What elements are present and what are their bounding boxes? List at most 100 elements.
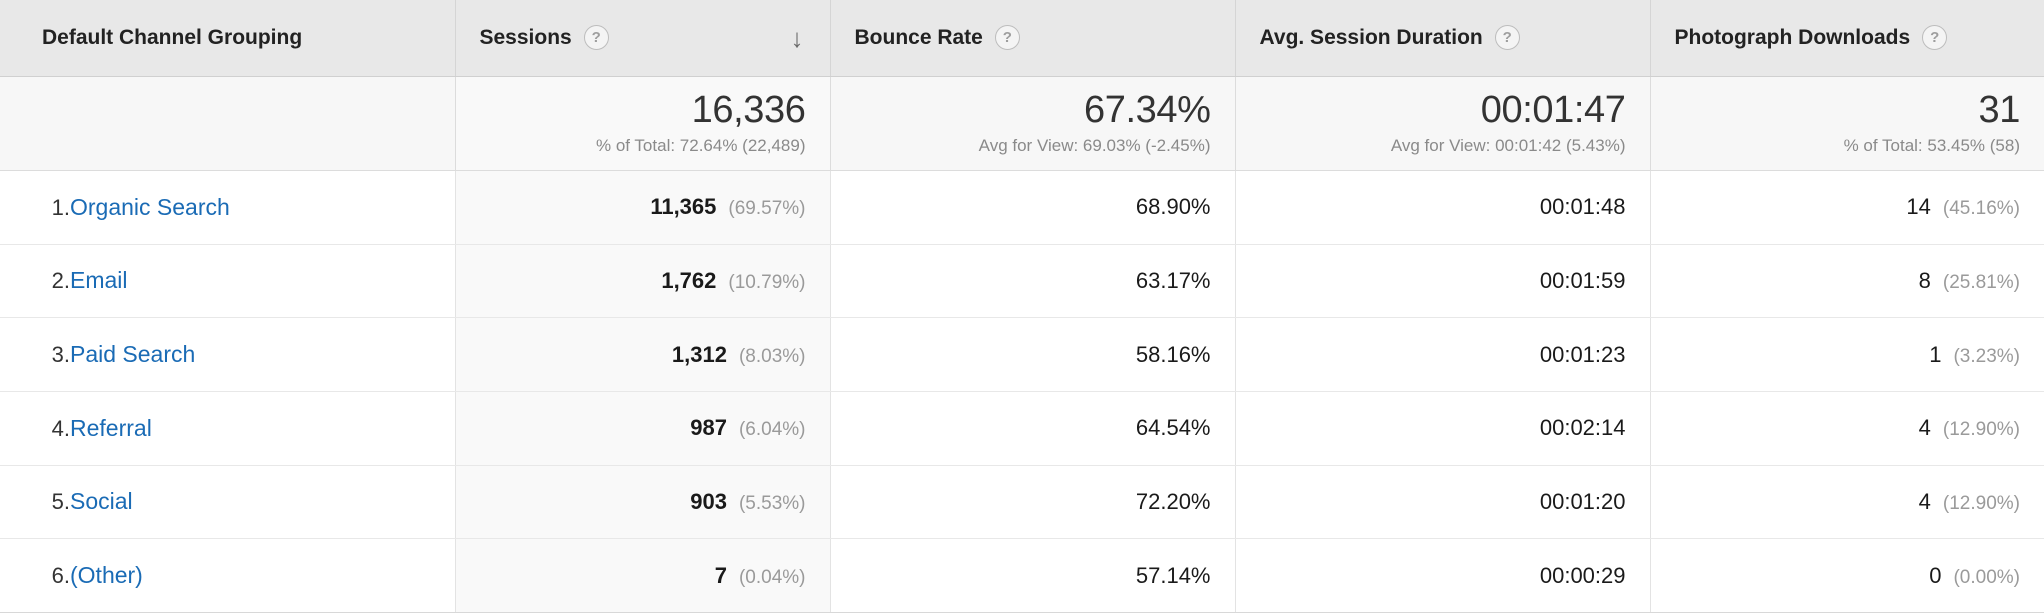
row-cell-avg-session-duration: 00:01:23 (1235, 317, 1651, 392)
photograph-downloads-percent: (3.23%) (1953, 345, 2020, 367)
avg-session-duration-value: 00:00:29 (1539, 562, 1626, 588)
table-row[interactable]: 4. Referral 987 (6.04%) 64.54% 00:02:14 4 (12.9… (0, 391, 2044, 466)
dimension-link[interactable]: Social (70, 488, 133, 515)
summary-sub-photograph-downloads: % of Total: 53.45% (58) (1843, 135, 2020, 155)
column-header-sessions[interactable]: Sessions ? ↓ (455, 0, 831, 77)
photograph-downloads-value: 4 (1918, 488, 1931, 514)
row-cell-dimension: 5. Social (0, 465, 456, 540)
photograph-downloads-value: 14 (1906, 194, 1931, 220)
column-header-bounce-rate[interactable]: Bounce Rate ? (830, 0, 1236, 77)
row-index: 1. (51, 194, 70, 220)
summary-body: 16,336 % of Total: 72.64% (22,489) 67.34… (0, 76, 2044, 171)
photograph-downloads-value: 0 (1929, 562, 1942, 588)
sessions-percent: (0.04%) (738, 566, 806, 588)
row-cell-photograph-downloads: 0 (0.00%) (1650, 538, 2044, 613)
bounce-rate-value: 63.17% (1135, 267, 1211, 293)
dimension-link[interactable]: Organic Search (70, 194, 230, 221)
bounce-rate-value: 64.54% (1135, 415, 1211, 441)
column-header-bounce-rate-label: Bounce Rate (854, 25, 983, 49)
row-cell-avg-session-duration: 00:00:29 (1235, 538, 1651, 613)
sessions-value: 11,365 (650, 194, 717, 220)
row-cell-dimension: 3. Paid Search (0, 317, 456, 392)
summary-cell-photograph-downloads: 31 % of Total: 53.45% (58) (1650, 76, 2044, 171)
summary-value-bounce-rate: 67.34% (1084, 88, 1211, 131)
avg-session-duration-value: 00:01:20 (1539, 488, 1626, 514)
table-row[interactable]: 5. Social 903 (5.53%) 72.20% 00:01:20 4 (12.90%… (0, 465, 2044, 540)
column-header-photograph-downloads[interactable]: Photograph Downloads ? (1650, 0, 2044, 77)
photograph-downloads-value: 4 (1918, 415, 1931, 441)
header-row: Default Channel Grouping Sessions ? ↓ Bo… (0, 0, 2044, 77)
summary-cell-avg-session-duration: 00:01:47 Avg for View: 00:01:42 (5.43%) (1235, 76, 1651, 171)
sessions-percent: (8.03%) (738, 345, 806, 367)
summary-cell-dimension (0, 76, 456, 171)
dimension-link[interactable]: Paid Search (70, 341, 195, 368)
photograph-downloads-percent: (12.90%) (1942, 419, 2020, 441)
column-header-dimension[interactable]: Default Channel Grouping (0, 0, 456, 77)
row-cell-sessions: 1,312 (8.03%) (455, 317, 831, 392)
row-index: 5. (51, 489, 70, 515)
table-row[interactable]: 1. Organic Search 11,365 (69.57%) 68.90% 00:0… (0, 170, 2044, 245)
column-header-dimension-label: Default Channel Grouping (42, 25, 303, 49)
table-row[interactable]: 2. Email 1,762 (10.79%) 63.17% 00:01:59 8 (25.8… (0, 244, 2044, 319)
sessions-percent: (5.53%) (738, 492, 806, 514)
row-cell-dimension: 1. Organic Search (0, 170, 456, 245)
arrow-down-icon[interactable]: ↓ (791, 25, 806, 51)
row-cell-bounce-rate: 68.90% (830, 170, 1236, 245)
avg-session-duration-value: 00:02:14 (1539, 415, 1626, 441)
row-cell-dimension: 2. Email (0, 244, 456, 319)
avg-session-duration-value: 00:01:59 (1539, 267, 1626, 293)
table-row[interactable]: 3. Paid Search 1,312 (8.03%) 58.16% 00:01:23 1… (0, 317, 2044, 392)
row-cell-bounce-rate: 58.16% (830, 317, 1236, 392)
row-index: 6. (51, 563, 70, 589)
summary-row: 16,336 % of Total: 72.64% (22,489) 67.34… (0, 76, 2044, 171)
row-cell-sessions: 987 (6.04%) (455, 391, 831, 466)
help-icon[interactable]: ? (1922, 25, 1948, 51)
avg-session-duration-value: 00:01:48 (1539, 194, 1626, 220)
sessions-percent: (10.79%) (728, 271, 806, 293)
table-body: 1. Organic Search 11,365 (69.57%) 68.90% 00:0… (0, 170, 2044, 613)
help-icon[interactable]: ? (583, 25, 609, 51)
row-cell-sessions: 11,365 (69.57%) (455, 170, 831, 245)
row-cell-avg-session-duration: 00:01:48 (1235, 170, 1651, 245)
sessions-value: 903 (690, 488, 727, 514)
summary-sub-bounce-rate: Avg for View: 69.03% (-2.45%) (978, 135, 1211, 155)
dimension-link[interactable]: Referral (70, 415, 152, 442)
help-icon[interactable]: ? (1494, 25, 1520, 51)
bounce-rate-value: 68.90% (1135, 194, 1211, 220)
row-cell-bounce-rate: 72.20% (830, 465, 1236, 540)
row-cell-photograph-downloads: 4 (12.90%) (1650, 465, 2044, 540)
row-cell-sessions: 7 (0.04%) (455, 538, 831, 613)
bounce-rate-value: 58.16% (1135, 341, 1211, 367)
sessions-value: 987 (690, 415, 727, 441)
bounce-rate-value: 72.20% (1135, 488, 1211, 514)
column-header-avg-session-duration-label: Avg. Session Duration (1259, 25, 1483, 49)
sessions-percent: (69.57%) (728, 198, 806, 220)
row-cell-sessions: 903 (5.53%) (455, 465, 831, 540)
photograph-downloads-percent: (0.00%) (1953, 566, 2020, 588)
photograph-downloads-value: 1 (1929, 341, 1942, 367)
bounce-rate-value: 57.14% (1135, 562, 1211, 588)
avg-session-duration-value: 00:01:23 (1539, 341, 1626, 367)
row-cell-photograph-downloads: 8 (25.81%) (1650, 244, 2044, 319)
summary-value-photograph-downloads: 31 (1978, 88, 2021, 131)
row-cell-sessions: 1,762 (10.79%) (455, 244, 831, 319)
column-header-avg-session-duration[interactable]: Avg. Session Duration ? (1235, 0, 1651, 77)
row-index: 2. (51, 268, 70, 294)
summary-sub-avg-session-duration: Avg for View: 00:01:42 (5.43%) (1390, 135, 1626, 155)
sessions-value: 1,312 (671, 341, 727, 367)
help-icon[interactable]: ? (994, 25, 1020, 51)
dimension-link[interactable]: (Other) (70, 562, 143, 589)
row-cell-photograph-downloads: 4 (12.90%) (1650, 391, 2044, 466)
summary-value-sessions: 16,336 (691, 88, 806, 131)
row-cell-photograph-downloads: 14 (45.16%) (1650, 170, 2044, 245)
row-cell-bounce-rate: 64.54% (830, 391, 1236, 466)
sessions-value: 1,762 (661, 267, 717, 293)
photograph-downloads-percent: (12.90%) (1942, 492, 2020, 514)
row-cell-dimension: 6. (Other) (0, 538, 456, 613)
row-cell-bounce-rate: 57.14% (830, 538, 1236, 613)
dimension-link[interactable]: Email (70, 267, 128, 294)
summary-cell-sessions: 16,336 % of Total: 72.64% (22,489) (455, 76, 831, 171)
table-row[interactable]: 6. (Other) 7 (0.04%) 57.14% 00:00:29 0 (0.00%) (0, 538, 2044, 613)
row-cell-bounce-rate: 63.17% (830, 244, 1236, 319)
row-index: 4. (51, 415, 70, 441)
